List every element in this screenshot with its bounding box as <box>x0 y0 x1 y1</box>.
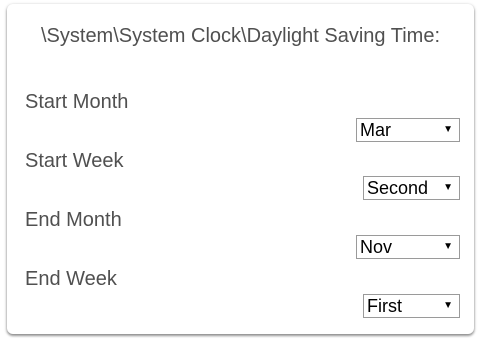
start-week-value: Second <box>367 178 429 198</box>
chevron-down-icon: ▼ <box>443 300 453 311</box>
chevron-down-icon: ▼ <box>443 241 453 252</box>
chevron-down-icon: ▼ <box>443 124 453 135</box>
chevron-down-icon: ▼ <box>443 182 453 193</box>
end-week-select[interactable]: First ▼ <box>363 294 460 318</box>
start-month-label: Start Month <box>25 91 129 113</box>
start-week-label: Start Week <box>25 150 124 172</box>
end-month-value: Nov <box>360 237 393 257</box>
start-month-select[interactable]: Mar ▼ <box>356 118 460 142</box>
end-week-value: First <box>367 296 402 316</box>
end-week-label: End Week <box>25 268 117 290</box>
start-month-value: Mar <box>360 120 391 140</box>
end-month-select[interactable]: Nov ▼ <box>356 235 460 259</box>
start-week-select[interactable]: Second ▼ <box>363 176 460 200</box>
daylight-saving-panel: \System\System Clock\Daylight Saving Tim… <box>7 4 474 334</box>
panel-title: \System\System Clock\Daylight Saving Tim… <box>40 25 440 47</box>
end-month-label: End Month <box>25 209 122 231</box>
